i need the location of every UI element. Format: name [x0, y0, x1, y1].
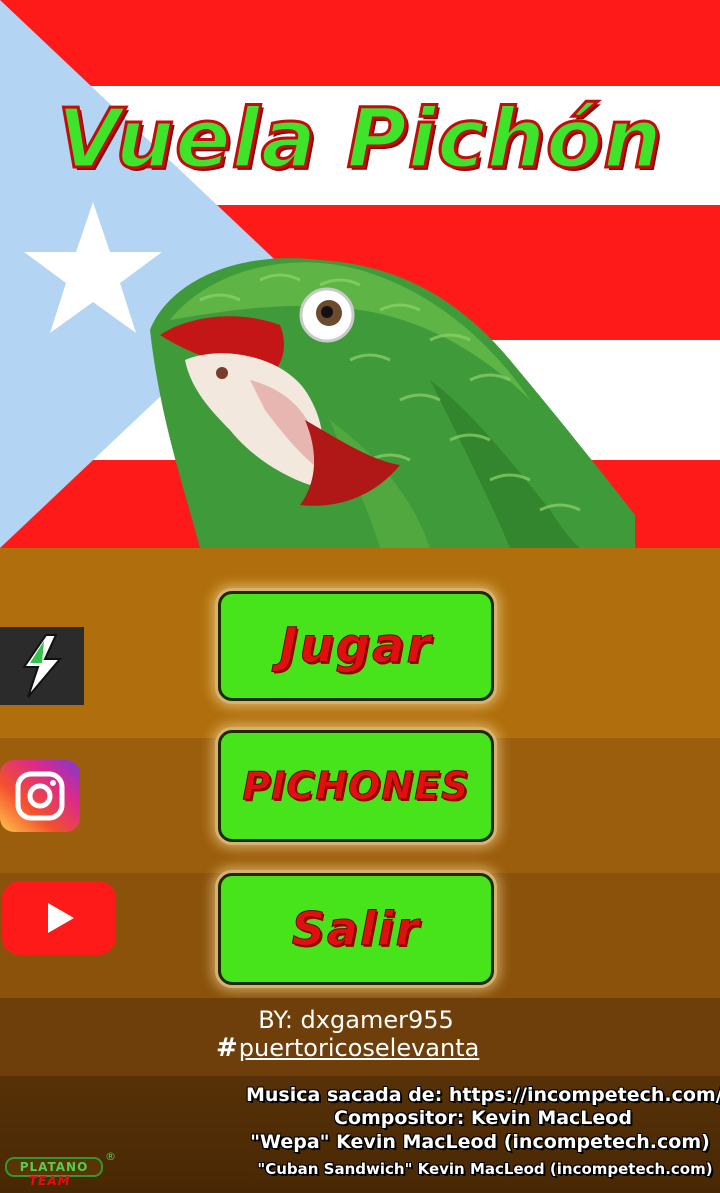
author-label: BY: dxgamer955	[258, 1006, 454, 1034]
exit-button-label: Salir	[291, 902, 421, 957]
nostril	[216, 367, 228, 379]
birds-button[interactable]: PICHONES	[218, 730, 494, 842]
power-app-icon[interactable]	[0, 627, 84, 705]
title-banner: Vuela Pichón	[0, 0, 720, 548]
youtube-icon[interactable]	[2, 881, 116, 955]
hashtag-link[interactable]: #puertoricoselevanta	[216, 1033, 479, 1063]
music-composer: Compositor: Kevin MacLeod	[334, 1107, 632, 1129]
brand-sub: TEAM	[29, 1174, 71, 1188]
music-track: "Cuban Sandwich" Kevin MacLeod (incompet…	[257, 1160, 713, 1178]
parrot-illustration	[150, 258, 635, 548]
play-button[interactable]: Jugar	[218, 591, 494, 701]
birds-button-label: PICHONES	[242, 764, 470, 809]
play-button-label: Jugar	[279, 618, 433, 675]
instagram-icon[interactable]	[0, 760, 80, 832]
exit-button[interactable]: Salir	[218, 873, 494, 985]
hashtag-text: puertoricoselevanta	[238, 1034, 480, 1062]
registered-mark: ®	[105, 1150, 116, 1163]
main-menu: Jugar PICHONES Salir	[0, 548, 720, 998]
author-credits: BY: dxgamer955 #puertoricoselevanta	[0, 998, 720, 1076]
music-source: Musica sacada de: https://incompetech.co…	[246, 1084, 720, 1106]
music-track: "Wepa" Kevin MacLeod (incompetech.com)	[250, 1131, 710, 1153]
platano-team-logo: PLATANO TEAM ®	[5, 1150, 116, 1191]
game-title: Vuela Pichón	[56, 91, 663, 189]
